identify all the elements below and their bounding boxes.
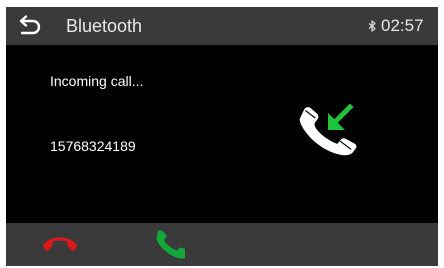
caller-number: 15768324189 [50,138,136,154]
bluetooth-icon [368,20,376,32]
bluetooth-call-screen: Bluetooth 02:57 Incoming call... 1576832… [6,7,438,266]
decline-call-button[interactable] [36,231,84,261]
incoming-call-icon [290,103,360,165]
clock: 02:57 [381,16,424,35]
page-title: Bluetooth [66,16,143,36]
back-button[interactable] [18,15,42,37]
answer-call-button[interactable] [144,229,192,261]
call-status-text: Incoming call... [50,73,144,89]
footer-bar [6,223,438,266]
back-arrow-icon [18,15,42,37]
hang-up-icon [36,231,84,253]
header-bar: Bluetooth 02:57 [6,7,438,45]
answer-call-icon [144,229,192,261]
